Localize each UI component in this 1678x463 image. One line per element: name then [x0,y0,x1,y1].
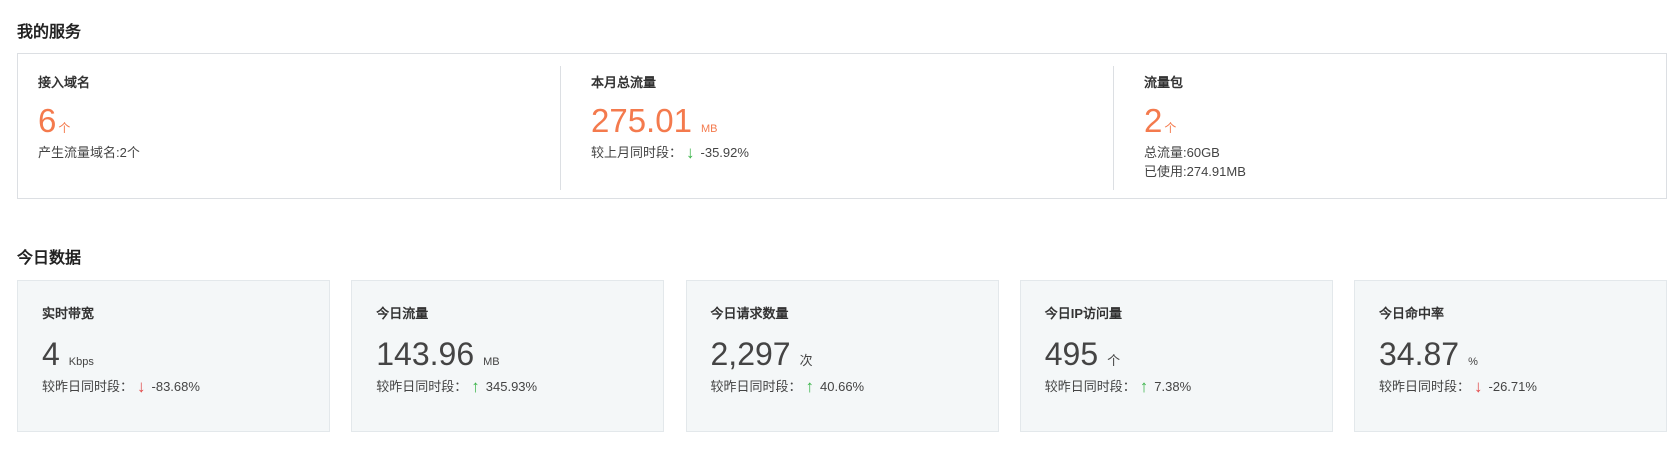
service-number: 275.01 [591,102,692,139]
card-today-traffic: 今日流量 143.96 MB 较昨日同时段： ↑ 345.93% [351,280,665,432]
service-label: 本月总流量 [591,75,657,90]
service-value: 275.01 MB [591,102,1113,140]
card-compare: 较昨日同时段： ↓ -26.71% [1379,377,1666,396]
service-domains: 接入域名 6 个 产生流量域名:2个 [18,54,560,198]
compare-change: 40.66% [820,379,865,394]
service-detail: 产生流量域名:2个 [38,145,140,160]
services-panel: 接入域名 6 个 产生流量域名:2个 本月总流量 275.01 MB 较上月同时… [17,53,1667,199]
card-label: 今日请求数量 [710,306,789,321]
card-compare: 较昨日同时段： ↑ 7.38% [1045,377,1332,396]
card-label: 今日流量 [376,306,429,321]
arrow-down-icon: ↓ [686,143,695,162]
service-label: 流量包 [1144,75,1184,90]
service-number: 2 [1144,102,1163,139]
card-unit: 次 [799,353,813,368]
arrow-up-icon: ↑ [471,377,480,396]
service-value: 2 个 [1144,102,1666,140]
service-monthly-traffic: 本月总流量 275.01 MB 较上月同时段： ↓ -35.92% [560,54,1113,198]
card-value: 4 Kbps [42,335,329,373]
card-value: 34.87 % [1379,335,1666,373]
card-number: 495 [1044,336,1099,372]
card-today-hit-rate: 今日命中率 34.87 % 较昨日同时段： ↓ -26.71% [1354,280,1667,432]
today-cards: 实时带宽 4 Kbps 较昨日同时段： ↓ -83.68% 今日流量 143.96 … [17,280,1667,432]
card-value: 143.96 MB [376,335,663,373]
compare-change: -35.92% [700,145,749,160]
service-number: 6 [38,102,57,139]
card-label: 实时带宽 [42,306,95,321]
card-today-ip-visits: 今日IP访问量 495 个 较昨日同时段： ↑ 7.38% [1019,280,1333,432]
card-number: 143.96 [376,336,475,372]
card-number: 2,297 [710,336,791,372]
card-label: 今日命中率 [1379,306,1445,321]
card-unit: Kbps [68,356,94,368]
service-unit: 个 [58,121,71,135]
card-unit: % [1468,356,1478,368]
service-unit: 个 [1164,121,1177,135]
service-detail: 已使用:274.91MB [1144,164,1246,179]
arrow-up-icon: ↑ [1139,377,1149,396]
card-today-requests: 今日请求数量 2,297 次 较昨日同时段： ↑ 40.66% [685,280,999,432]
card-value: 2,297 次 [711,335,998,373]
service-traffic-package: 流量包 2 个 总流量:60GB 已使用:274.91MB [1113,54,1666,198]
compare-change: -83.68% [151,379,200,394]
card-compare: 较昨日同时段： ↓ -83.68% [42,377,329,396]
today-section-title: 今日数据 [17,250,82,267]
card-unit: MB [483,356,500,368]
card-compare: 较昨日同时段： ↑ 345.93% [376,377,663,396]
card-label: 今日IP访问量 [1044,306,1123,321]
compare-label: 较昨日同时段： [376,379,468,394]
compare-label: 较昨日同时段： [1379,379,1471,394]
arrow-up-icon: ↑ [805,377,815,396]
compare-change: 345.93% [485,379,538,394]
compare-change: -26.71% [1488,379,1537,394]
services-section-title: 我的服务 [17,24,82,41]
service-value: 6 个 [38,102,560,140]
arrow-down-icon: ↓ [137,377,146,396]
card-value: 495 个 [1045,335,1332,373]
service-label: 接入域名 [38,75,91,90]
card-number: 34.87 [1379,336,1460,372]
compare-label: 较昨日同时段： [710,379,802,394]
service-compare: 较上月同时段： ↓ -35.92% [591,143,1113,162]
compare-label: 较昨日同时段： [42,379,134,394]
arrow-down-icon: ↓ [1474,377,1483,396]
card-unit: 个 [1107,353,1121,368]
card-number: 4 [42,336,60,372]
card-compare: 较昨日同时段： ↑ 40.66% [711,377,998,396]
service-detail: 总流量:60GB [1144,145,1220,160]
compare-change: 7.38% [1154,379,1192,394]
compare-label: 较昨日同时段： [1044,379,1136,394]
compare-label: 较上月同时段： [591,145,683,160]
card-realtime-bandwidth: 实时带宽 4 Kbps 较昨日同时段： ↓ -83.68% [17,280,330,432]
service-unit: MB [700,123,718,135]
